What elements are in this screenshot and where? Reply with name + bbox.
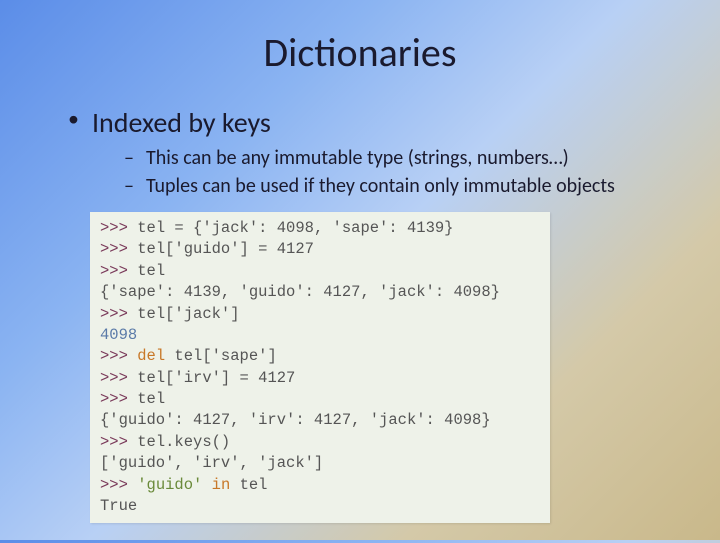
slide-title: Dictionaries — [50, 28, 670, 77]
code-prompt: >>> — [100, 433, 137, 451]
code-output: ['guido', 'irv', 'jack'] — [100, 454, 323, 472]
code-keyword: del — [137, 347, 165, 365]
code-output: 4098 — [100, 326, 137, 344]
code-line: tel — [240, 476, 268, 494]
bullet-main-text: Indexed by keys — [92, 105, 271, 140]
sub-bullet-list: This can be any immutable type (strings,… — [92, 146, 670, 198]
code-prompt: >>> — [100, 240, 137, 258]
code-prompt: >>> — [100, 219, 137, 237]
code-prompt: >>> — [100, 369, 137, 387]
bullet-list: Indexed by keys This can be any immutabl… — [50, 105, 670, 198]
code-line: tel = {'jack': 4098, 'sape': 4139} — [137, 219, 453, 237]
sub-bullet-2: Tuples can be used if they contain only … — [124, 174, 670, 198]
code-line: tel — [137, 262, 165, 280]
code-line: tel['jack'] — [137, 305, 239, 323]
code-line: tel['sape'] — [165, 347, 277, 365]
code-line: tel — [137, 390, 165, 408]
code-prompt: >>> — [100, 347, 137, 365]
code-block: >>> tel = {'jack': 4098, 'sape': 4139} >… — [90, 212, 550, 523]
code-string: 'guido' — [137, 476, 202, 494]
code-prompt: >>> — [100, 262, 137, 280]
code-prompt: >>> — [100, 476, 137, 494]
code-prompt: >>> — [100, 390, 137, 408]
slide-container: Dictionaries Indexed by keys This can be… — [0, 0, 720, 543]
code-output: {'sape': 4139, 'guido': 4127, 'jack': 40… — [100, 283, 500, 301]
code-prompt: >>> — [100, 305, 137, 323]
code-line: tel['guido'] = 4127 — [137, 240, 314, 258]
code-line: tel['irv'] = 4127 — [137, 369, 295, 387]
code-output: True — [100, 497, 137, 515]
sub-bullet-1: This can be any immutable type (strings,… — [124, 146, 670, 170]
code-keyword: in — [202, 476, 239, 494]
bullet-main: Indexed by keys This can be any immutabl… — [68, 105, 670, 198]
code-output: {'guido': 4127, 'irv': 4127, 'jack': 409… — [100, 411, 491, 429]
code-line: tel.keys() — [137, 433, 230, 451]
